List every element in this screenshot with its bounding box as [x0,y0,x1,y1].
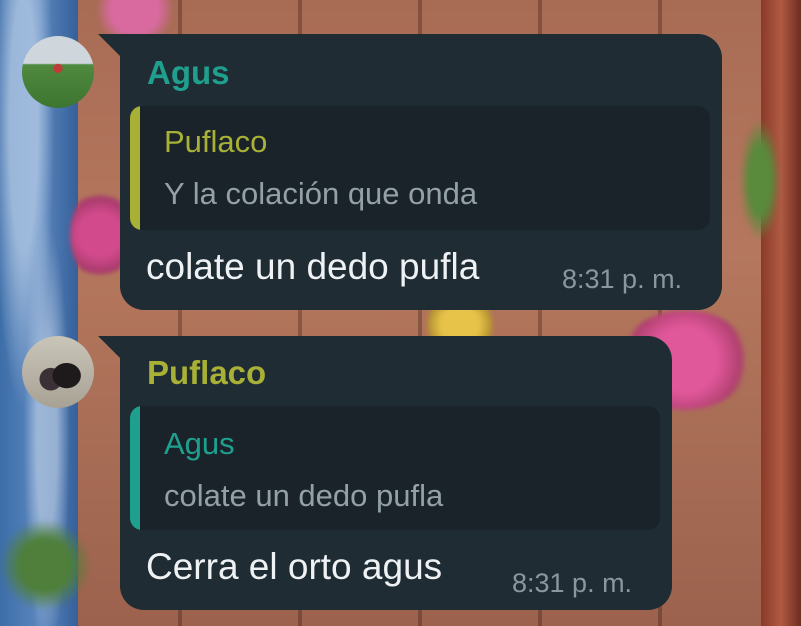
wallpaper-leaf [0,520,90,610]
quoted-message[interactable]: Puflaco Y la colación que onda [130,106,710,230]
wallpaper-red-plank [761,0,801,626]
bubble-tail [98,34,120,56]
quote-accent-bar [130,406,140,530]
quote-accent-bar [130,106,140,230]
message-timestamp: 8:31 p. m. [512,568,633,598]
message-text: colate un dedo pufla [146,246,480,287]
quoted-sender-name: Agus [164,426,235,461]
quoted-message[interactable]: Agus colate un dedo pufla [130,406,660,530]
message-timestamp: 8:31 p. m. [562,264,683,294]
sender-name[interactable]: Puflaco [147,354,266,392]
bubble-tail [98,336,120,358]
message-bubble[interactable]: Puflaco Agus colate un dedo pufla Cerra … [120,336,672,610]
quoted-text: colate un dedo pufla [164,478,444,513]
quoted-text: Y la colación que onda [164,176,478,211]
sender-avatar-puflaco[interactable] [22,336,94,408]
message-text: Cerra el orto agus [146,546,443,587]
sender-avatar-agus[interactable] [22,36,94,108]
wallpaper-leaf [740,120,780,240]
message-bubble[interactable]: Agus Puflaco Y la colación que onda cola… [120,34,722,310]
sender-name[interactable]: Agus [147,54,230,92]
quoted-sender-name: Puflaco [164,124,268,159]
